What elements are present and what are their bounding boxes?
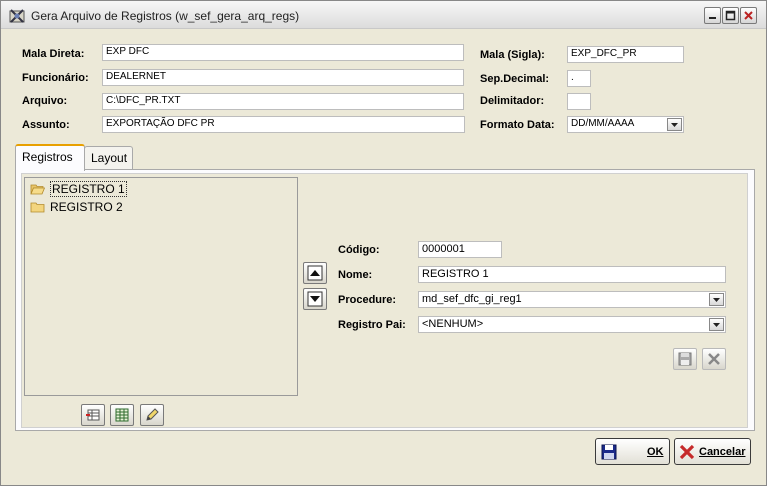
save-register-button[interactable]: [673, 348, 697, 370]
formato-data-value: DD/MM/AAAA: [571, 118, 635, 129]
main-window: Gera Arquivo de Registros (w_sef_gera_ar…: [0, 0, 767, 486]
open-folder-icon: [30, 184, 45, 195]
procedure-select[interactable]: md_sef_dfc_gi_reg1: [418, 291, 726, 308]
tools-icon: [708, 353, 720, 365]
minimize-button[interactable]: [704, 7, 721, 24]
codigo-field[interactable]: 0000001: [418, 241, 502, 258]
assunto-field[interactable]: EXPORTAÇÃO DFC PR: [102, 116, 465, 133]
tree-item-label: REGISTRO 2: [50, 200, 123, 214]
sep-decimal-label: Sep.Decimal:: [480, 73, 550, 85]
chevron-down-icon[interactable]: [709, 318, 724, 331]
arquivo-field[interactable]: C:\DFC_PR.TXT: [102, 93, 464, 110]
maximize-icon: [725, 10, 736, 21]
ok-button[interactable]: OK: [595, 438, 670, 465]
maximize-button[interactable]: [722, 7, 739, 24]
delimitador-label: Delimitador:: [480, 95, 545, 107]
add-subregister-button[interactable]: [110, 404, 134, 426]
nome-label: Nome:: [338, 269, 373, 281]
tools-button[interactable]: [702, 348, 726, 370]
tab-registros[interactable]: Registros: [15, 144, 85, 171]
chevron-down-icon[interactable]: [667, 118, 682, 131]
chevron-down-icon[interactable]: [709, 293, 724, 306]
mala-direta-field[interactable]: EXP DFC: [102, 44, 464, 61]
funcionario-label: Funcionário:: [22, 72, 89, 84]
tab-layout[interactable]: Layout: [84, 146, 133, 170]
minimize-icon: [709, 17, 716, 19]
cancel-button[interactable]: Cancelar: [674, 438, 751, 465]
edit-register-button[interactable]: [140, 404, 164, 426]
mala-sigla-label: Mala (Sigla):: [480, 49, 545, 61]
registro-pai-select[interactable]: <NENHUM>: [418, 316, 726, 333]
tab-layout-label: Layout: [91, 151, 128, 165]
procedure-value: md_sef_dfc_gi_reg1: [422, 293, 522, 305]
close-icon: [744, 11, 753, 20]
floppy-save-icon: [601, 444, 617, 459]
tree-item[interactable]: REGISTRO 1: [30, 181, 127, 197]
register-tree[interactable]: REGISTRO 1 REGISTRO 2: [24, 177, 298, 396]
mala-direta-label: Mala Direta:: [22, 48, 85, 60]
sep-decimal-field[interactable]: .: [567, 70, 591, 87]
arrow-up-icon: [307, 265, 323, 281]
tree-item-label: REGISTRO 1: [50, 181, 127, 197]
title-bar[interactable]: Gera Arquivo de Registros (w_sef_gera_ar…: [1, 1, 766, 29]
add-register-button[interactable]: [81, 404, 105, 426]
delimitador-field[interactable]: [567, 93, 591, 110]
close-button[interactable]: [740, 7, 757, 24]
tree-item[interactable]: REGISTRO 2: [30, 199, 123, 215]
registro-pai-label: Registro Pai:: [338, 319, 406, 331]
arrow-down-icon: [307, 291, 323, 307]
arquivo-label: Arquivo:: [22, 95, 68, 107]
assunto-label: Assunto:: [22, 119, 70, 131]
save-icon: [678, 352, 692, 366]
add-row-icon: [86, 409, 100, 421]
move-up-button[interactable]: [303, 262, 327, 284]
grid-add-icon: [115, 408, 129, 422]
move-down-button[interactable]: [303, 288, 327, 310]
codigo-label: Código:: [338, 244, 380, 256]
registro-pai-value: <NENHUM>: [422, 318, 484, 330]
folder-icon: [30, 202, 45, 213]
formato-data-label: Formato Data:: [480, 119, 555, 131]
cancel-button-label: Cancelar: [699, 445, 746, 458]
tab-registros-label: Registros: [22, 150, 73, 164]
window-title: Gera Arquivo de Registros (w_sef_gera_ar…: [31, 9, 300, 23]
funcionario-field[interactable]: DEALERNET: [102, 69, 464, 86]
procedure-label: Procedure:: [338, 294, 397, 306]
nome-field[interactable]: REGISTRO 1: [418, 266, 726, 283]
formato-data-select[interactable]: DD/MM/AAAA: [567, 116, 684, 133]
pencil-icon: [146, 408, 159, 421]
ok-button-label: OK: [647, 445, 664, 458]
mala-sigla-field[interactable]: EXP_DFC_PR: [567, 46, 684, 63]
app-icon: [9, 8, 25, 24]
red-x-icon: [679, 444, 695, 459]
